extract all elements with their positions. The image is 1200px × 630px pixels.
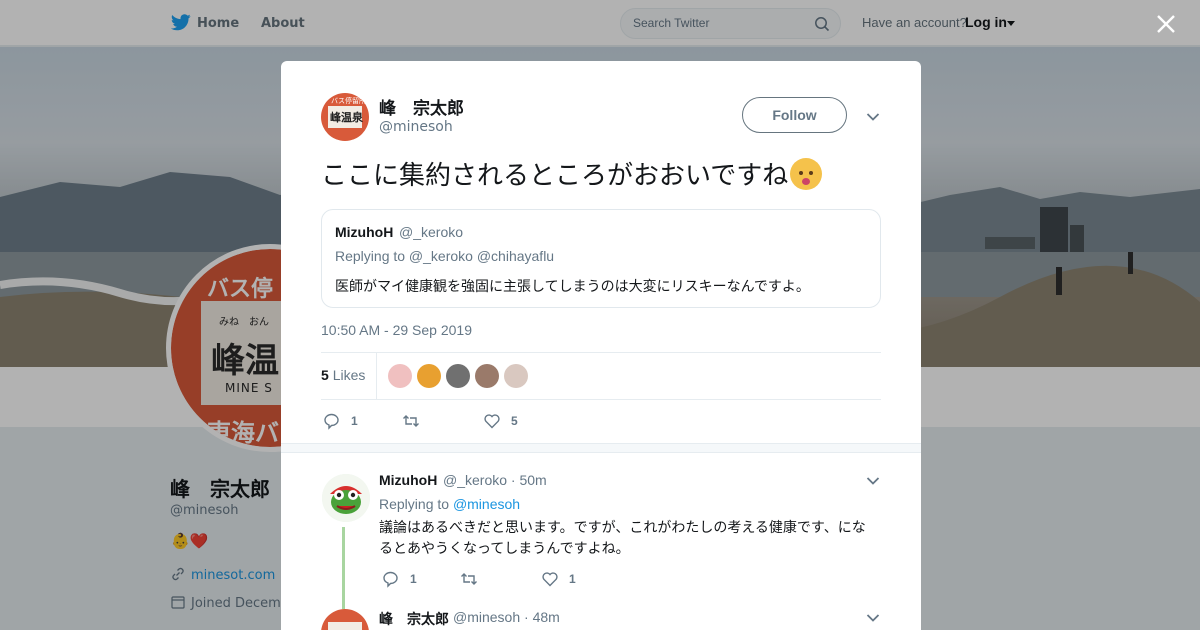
reply-text: 議論はあるべきだと思います。ですが、これがわたしの考える健康です、になるとあやう… [379, 520, 866, 557]
reply-author-handle[interactable]: @minesoh · 48m [453, 609, 560, 625]
reply-icon [383, 571, 398, 588]
chevron-down-icon[interactable] [866, 613, 880, 623]
frog-avatar-icon [322, 474, 370, 522]
quoted-replying-to: Replying to @_keroko @chihayaflu [335, 248, 555, 264]
reply-author-handle[interactable]: @_keroko · 50m [443, 472, 547, 488]
like-count: 5 [511, 414, 518, 428]
chevron-down-icon[interactable] [866, 476, 880, 486]
divider [321, 352, 881, 353]
quoted-author-name: MizuhoH [335, 224, 394, 240]
reply-author-avatar[interactable] [322, 474, 370, 522]
liker-avatar[interactable] [504, 364, 528, 388]
reply-button[interactable]: 1 [323, 411, 358, 431]
like-button[interactable]: 1 [541, 569, 576, 589]
reply-icon [324, 413, 339, 430]
liker-avatar[interactable] [388, 364, 412, 388]
retweet-icon [403, 415, 419, 427]
reply-author-name[interactable]: 峰 宗太郎 [379, 609, 449, 629]
avatar-sign-main-text: 峰温泉 [330, 111, 363, 124]
likes-stat[interactable]: 5 Likes [321, 367, 365, 383]
tweet-text: ここに集約されるところがおおいですね [321, 155, 823, 192]
retweet-button[interactable] [460, 569, 488, 589]
heart-icon [542, 572, 558, 587]
reply-count: 1 [351, 414, 358, 428]
heart-icon [484, 414, 500, 429]
like-count: 1 [569, 572, 576, 586]
quoted-tweet[interactable]: MizuhoH @_keroko Replying to @_keroko @c… [321, 209, 881, 308]
reply-button[interactable]: 1 [382, 569, 417, 589]
author-handle[interactable]: @minesoh [379, 119, 453, 135]
chevron-down-icon[interactable] [866, 112, 880, 122]
replies-separator [281, 443, 921, 453]
tweet-text-content: ここに集約されるところがおおいですね [321, 161, 789, 191]
likes-count: 5 [321, 367, 329, 383]
author-name[interactable]: 峰 宗太郎 [379, 94, 464, 119]
divider [376, 353, 377, 399]
retweet-button[interactable] [402, 411, 430, 431]
follow-button[interactable]: Follow [742, 97, 847, 133]
liker-avatar[interactable] [475, 364, 499, 388]
thread-connector-line [342, 527, 345, 609]
baby-emoji-icon [790, 158, 823, 190]
reply-count: 1 [410, 572, 417, 586]
liker-avatar[interactable] [417, 364, 441, 388]
replying-to-link[interactable]: @minesoh [453, 496, 520, 512]
tweet-timestamp[interactable]: 10:50 AM - 29 Sep 2019 [321, 322, 472, 338]
close-icon[interactable] [1155, 13, 1177, 35]
avatar-sign-top-text: バス停留所 [331, 97, 366, 105]
replying-prefix: Replying to [379, 496, 453, 512]
author-avatar[interactable]: バス停留所 峰温泉 [321, 93, 369, 141]
reply-author-name[interactable]: MizuhoH [379, 472, 437, 488]
liker-avatar[interactable] [446, 364, 470, 388]
reply-author-avatar[interactable] [321, 609, 369, 630]
retweet-icon [461, 573, 477, 585]
divider [321, 399, 881, 400]
tweet-permalink-modal: バス停留所 峰温泉 峰 宗太郎 @minesoh Follow ここに集約される… [281, 61, 921, 630]
quoted-author-handle: @_keroko [399, 224, 464, 240]
likes-label: Likes [332, 367, 366, 383]
quoted-tweet-text: 医師がマイ健康観を強固に主張してしまうのは大変にリスキーなんですよ。 [335, 279, 810, 295]
like-button[interactable]: 5 [483, 411, 518, 431]
reply-replying-to: Replying to @minesoh [379, 496, 520, 512]
